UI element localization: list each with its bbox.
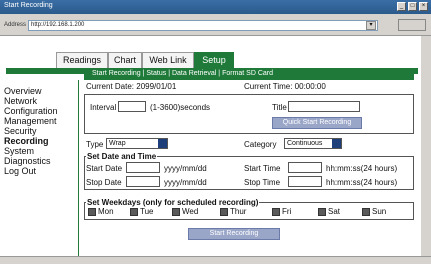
- stop-date-label: Stop Date: [86, 178, 122, 187]
- interval-hint: (1-3600)seconds: [150, 103, 211, 112]
- weekday-label: Thur: [230, 207, 247, 216]
- weekday-label: Sun: [372, 207, 387, 216]
- start-time-input[interactable]: [288, 162, 322, 173]
- address-label: Address: [4, 22, 27, 28]
- sidebar-item-log-out[interactable]: Log Out: [4, 166, 76, 176]
- interval-input[interactable]: [118, 101, 146, 112]
- stop-time-input[interactable]: [288, 176, 322, 187]
- type-select[interactable]: Wrap: [106, 138, 168, 149]
- stop-time-label: Stop Time: [244, 178, 281, 187]
- weekday-label: Mon: [98, 207, 114, 216]
- checkbox-icon[interactable]: [272, 208, 280, 216]
- checkbox-icon[interactable]: [172, 208, 180, 216]
- current-date: Current Date: 2099/01/01: [86, 82, 177, 91]
- tab-setup[interactable]: Setup: [194, 52, 234, 68]
- address-input[interactable]: http://192.168.1.200: [28, 20, 378, 31]
- subnav-start-recording[interactable]: Start Recording: [92, 70, 141, 77]
- sub-navigation: Start Recording | Status | Data Retrieva…: [84, 68, 414, 80]
- address-dropdown-icon[interactable]: ▾: [366, 21, 376, 30]
- subnav-format-sd-card[interactable]: Format SD Card: [222, 70, 273, 77]
- chevron-down-icon: [158, 139, 167, 148]
- weekday-label: Tue: [140, 207, 154, 216]
- subnav-data-retrieval[interactable]: Data Retrieval: [172, 70, 216, 77]
- sidebar-item-overview[interactable]: Overview: [4, 86, 76, 96]
- interval-label: Interval: [90, 103, 117, 112]
- start-date-format: yyyy/mm/dd: [164, 164, 207, 173]
- close-icon[interactable]: ×: [419, 2, 428, 11]
- sidebar-item-network[interactable]: Network: [4, 96, 76, 106]
- start-recording-button[interactable]: Start Recording: [188, 228, 280, 240]
- sidebar-item-security[interactable]: Security: [4, 126, 76, 136]
- sidebar-item-diagnostics[interactable]: Diagnostics: [4, 156, 76, 166]
- quick-start-box: [84, 94, 414, 134]
- sidebar: Overview Network Configuration Managemen…: [4, 86, 76, 256]
- current-time: Current Time: 00:00:00: [244, 82, 326, 91]
- checkbox-icon[interactable]: [318, 208, 326, 216]
- subnav-separator: |: [142, 70, 145, 77]
- date-time-section-title: Set Date and Time: [86, 152, 158, 161]
- start-time-label: Start Time: [244, 164, 281, 173]
- checkbox-icon[interactable]: [88, 208, 96, 216]
- page-content: Readings Chart Web Link Setup Start Reco…: [0, 36, 421, 256]
- type-select-value: Wrap: [109, 140, 126, 147]
- title-input[interactable]: [288, 101, 360, 112]
- tab-web-link[interactable]: Web Link: [142, 52, 194, 68]
- subnav-status[interactable]: Status: [146, 70, 166, 77]
- chevron-down-icon: [332, 139, 341, 148]
- sidebar-item-management[interactable]: Management: [4, 116, 76, 126]
- sidebar-item-system[interactable]: System: [4, 146, 76, 156]
- weekdays-section-title: Set Weekdays (only for scheduled recordi…: [86, 198, 260, 207]
- subnav-separator: |: [218, 70, 221, 77]
- weekday-label: Wed: [182, 207, 199, 216]
- weekday-label: Sat: [328, 207, 341, 216]
- maximize-icon[interactable]: □: [408, 2, 417, 11]
- checkbox-icon[interactable]: [130, 208, 138, 216]
- stop-time-format: hh:mm:ss(24 hours): [326, 178, 398, 187]
- start-time-format: hh:mm:ss(24 hours): [326, 164, 398, 173]
- quick-start-recording-button[interactable]: Quick Start Recording: [272, 117, 362, 129]
- type-label: Type: [86, 140, 104, 149]
- window-title: Start Recording: [4, 2, 53, 9]
- category-select[interactable]: Continuous: [284, 138, 342, 149]
- status-bar: [0, 256, 431, 264]
- subnav-separator: |: [168, 70, 171, 77]
- start-date-label: Start Date: [86, 164, 123, 173]
- sidebar-item-configuration[interactable]: Configuration: [4, 106, 76, 116]
- checkbox-icon[interactable]: [220, 208, 228, 216]
- category-label: Category: [244, 140, 277, 149]
- go-button[interactable]: [398, 19, 426, 31]
- vertical-scrollbar[interactable]: [421, 36, 431, 256]
- tab-readings[interactable]: Readings: [56, 52, 108, 68]
- stop-date-format: yyyy/mm/dd: [164, 178, 207, 187]
- start-date-input[interactable]: [126, 162, 160, 173]
- weekday-label: Fri: [282, 207, 292, 216]
- tab-chart[interactable]: Chart: [108, 52, 142, 68]
- sidebar-divider: [78, 80, 79, 256]
- minimize-icon[interactable]: _: [397, 2, 406, 11]
- recording-form: Current Date: 2099/01/01 Current Time: 0…: [84, 80, 420, 256]
- address-bar: Address http://192.168.1.200 ▾: [0, 14, 431, 36]
- sidebar-item-recording[interactable]: Recording: [4, 136, 76, 146]
- title-bar: Start Recording _ □ ×: [0, 0, 431, 14]
- category-select-value: Continuous: [287, 140, 323, 147]
- stop-date-input[interactable]: [126, 176, 160, 187]
- checkbox-icon[interactable]: [362, 208, 370, 216]
- title-label: Title: [272, 103, 287, 112]
